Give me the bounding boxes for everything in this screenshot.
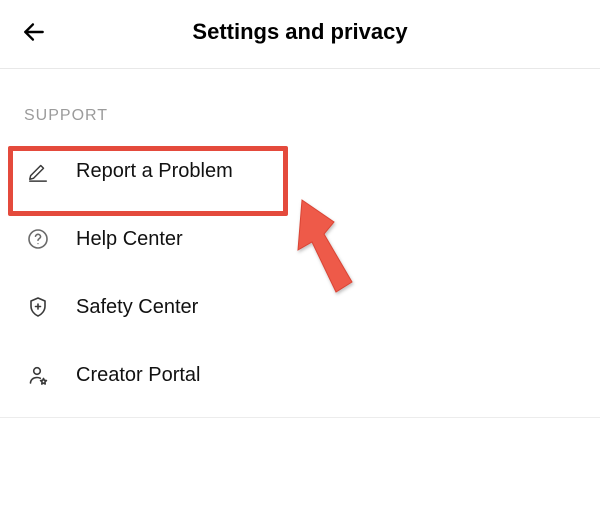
item-help-center[interactable]: Help Center (0, 205, 600, 273)
user-star-icon (24, 361, 52, 389)
help-icon (24, 225, 52, 253)
item-label: Creator Portal (76, 364, 201, 387)
item-label: Report a Problem (76, 160, 233, 183)
section-header-support: SUPPORT (0, 69, 600, 137)
item-label: Help Center (76, 228, 183, 251)
pencil-icon (24, 157, 52, 185)
item-safety-center[interactable]: Safety Center (0, 273, 600, 341)
item-report-a-problem[interactable]: Report a Problem (0, 137, 600, 205)
shield-plus-icon (24, 293, 52, 321)
page-title: Settings and privacy (20, 19, 580, 45)
header-bar: Settings and privacy (0, 0, 600, 69)
divider (0, 417, 600, 418)
item-creator-portal[interactable]: Creator Portal (0, 341, 600, 409)
item-label: Safety Center (76, 296, 198, 319)
